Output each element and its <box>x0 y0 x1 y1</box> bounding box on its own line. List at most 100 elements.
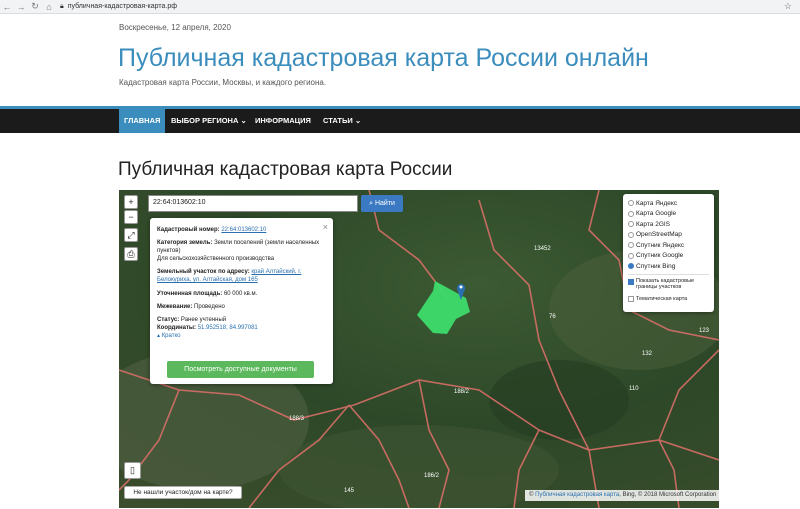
overlay-label: Показать кадастровые границы участков <box>636 277 695 291</box>
cadastral-number-row: Кадастровый номер: 22:64:013602:10 <box>157 226 326 234</box>
search-icon: ⌕ <box>369 200 373 207</box>
page-title: Публичная кадастровая карта России <box>118 159 453 180</box>
layer-option[interactable]: Карта Яндекс <box>628 198 709 209</box>
area-row: Уточненная площадь: 60 000 кв.м. <box>157 290 326 298</box>
parcel-label: 145 <box>344 488 355 494</box>
site-description: Кадастровая карта России, Москвы, и кажд… <box>119 78 327 87</box>
layer-option[interactable]: Спутник Яндекс <box>628 240 709 251</box>
caret-up-icon: ▴ <box>157 332 161 339</box>
checkbox-icon <box>628 296 634 303</box>
parcel-label: 186/2 <box>424 473 440 479</box>
parcel-label: 188/2 <box>454 389 470 395</box>
divider <box>628 273 709 275</box>
checkbox-checked-icon <box>628 278 634 285</box>
overlay-option[interactable]: Показать кадастровые границы участков <box>628 278 709 294</box>
map-pin-icon <box>457 284 465 300</box>
chevron-down-icon: ⌄ <box>240 116 247 125</box>
map-attribution: © Публичная кадастровая карта, Bing, © 2… <box>525 490 721 501</box>
chevron-down-icon: ⌄ <box>354 116 362 125</box>
layer-label: Спутник Bing <box>636 262 676 270</box>
close-icon[interactable]: × <box>323 221 328 233</box>
fullscreen-icon[interactable]: ⤢ <box>124 228 138 242</box>
layer-option[interactable]: Спутник Google <box>628 251 709 262</box>
nav-articles-label: СТАТЬИ <box>323 116 353 125</box>
parcel-label: 132 <box>642 351 653 357</box>
layer-label: Карта 2GIS <box>636 220 671 228</box>
nav-info[interactable]: ИНФОРМАЦИЯ <box>250 109 316 133</box>
view-documents-button[interactable]: Посмотреть доступные документы <box>167 361 314 378</box>
home-icon[interactable]: ⌂ <box>42 2 56 12</box>
layer-option[interactable]: Карта 2GIS <box>628 219 709 230</box>
overlay-label: Тематическая карта <box>636 295 688 302</box>
radio-icon <box>628 210 634 217</box>
browser-bar: ← → ↻ ⌂ 🔒︎ публичная-кадастровая-карта.р… <box>0 0 800 14</box>
brief-label: Кратко <box>161 332 181 339</box>
cadastral-search-input[interactable]: 22:64:013602:10 <box>148 195 358 212</box>
radio-icon <box>628 231 634 238</box>
parcel-info-popup: × Кадастровый номер: 22:64:013602:10 Кат… <box>150 218 333 384</box>
layer-label: Карта Яндекс <box>636 199 678 207</box>
zoom-in-button[interactable]: + <box>124 195 138 209</box>
reload-icon[interactable]: ↻ <box>28 1 42 12</box>
back-icon[interactable]: ← <box>0 2 14 12</box>
layer-option-selected[interactable]: Спутник Bing <box>628 261 709 272</box>
radio-selected-icon <box>628 263 634 270</box>
print-icon[interactable]: ⎙ <box>124 247 138 261</box>
brief-toggle[interactable]: ▴ Кратко <box>157 332 326 340</box>
radio-icon <box>628 200 634 207</box>
layer-label: OpenStreetMap <box>636 231 682 239</box>
overlay-option[interactable]: Тематическая карта <box>628 294 709 305</box>
book-icon[interactable]: ▯ <box>124 462 141 479</box>
field-label: Уточненная площадь: <box>157 290 223 297</box>
parcel-label: 13452 <box>534 246 551 252</box>
header-date: Воскресенье, 12 апреля, 2020 <box>119 23 231 32</box>
field-label: Статус: <box>157 316 180 323</box>
address-bar[interactable]: 🔒︎ публичная-кадастровая-карта.рф <box>60 3 177 11</box>
bookmark-star-icon[interactable]: ☆ <box>784 1 792 12</box>
nav-home[interactable]: ГЛАВНАЯ <box>119 109 166 133</box>
land-category-row: Категория земель: Земли поселений (земли… <box>157 239 326 263</box>
layer-option[interactable]: Карта Google <box>628 209 709 220</box>
url-text: публичная-кадастровая-карта.рф <box>67 3 178 10</box>
attribution-link[interactable]: Публичная кадастровая карта <box>535 492 619 498</box>
coordinates-value: 51.952518; 84.997081 <box>197 324 258 331</box>
field-label: Категория земель: <box>157 240 213 247</box>
field-value: Ранее учтенный <box>180 316 227 323</box>
find-button[interactable]: ⌕ Найти <box>361 195 403 212</box>
layer-label: Спутник Яндекс <box>636 241 685 249</box>
attribution-text: , Bing, © 2018 Microsoft Corporation <box>619 492 717 498</box>
find-button-label: Найти <box>374 200 395 207</box>
radio-icon <box>628 221 634 228</box>
field-value: Для сельскохозяйственного производства <box>157 256 275 263</box>
lock-icon: 🔒︎ <box>60 2 64 10</box>
nav-articles[interactable]: СТАТЬИ ⌄ <box>318 109 366 133</box>
coordinates-row: Координаты: 51.952518; 84.997081 <box>157 324 326 332</box>
field-value: 60 000 кв.м. <box>223 290 258 297</box>
layer-switcher: Карта Яндекс Карта Google Карта 2GIS Ope… <box>623 194 714 312</box>
radio-icon <box>628 242 634 249</box>
survey-row: Межевание: Проведено <box>157 303 326 311</box>
zoom-out-button[interactable]: − <box>124 210 138 224</box>
parcel-label: 110 <box>629 386 639 392</box>
field-label: Координаты: <box>157 324 197 331</box>
address-row: Земельный участок по адресу: край Алтайс… <box>157 268 326 284</box>
layer-label: Спутник Google <box>636 252 684 260</box>
nav-region-label: ВЫБОР РЕГИОНА <box>171 116 239 125</box>
parcel-label: 76 <box>549 314 556 320</box>
field-label: Межевание: <box>157 303 193 310</box>
site-title[interactable]: Публичная кадастровая карта России онлай… <box>118 44 649 73</box>
cadastral-number-link[interactable]: 22:64:013602:10 <box>221 227 266 233</box>
field-label: Кадастровый номер: <box>157 227 220 233</box>
forward-icon[interactable]: → <box>14 2 28 12</box>
parcel-label: 123 <box>699 328 710 334</box>
nav-region[interactable]: ВЫБОР РЕГИОНА ⌄ <box>166 109 252 133</box>
status-row: Статус: Ранее учтенный <box>157 316 326 324</box>
main-nav: ГЛАВНАЯ ВЫБОР РЕГИОНА ⌄ ИНФОРМАЦИЯ СТАТЬ… <box>0 109 800 133</box>
radio-icon <box>628 252 634 259</box>
layer-label: Карта Google <box>636 210 677 218</box>
field-value: Проведено <box>194 303 225 310</box>
field-label: Земельный участок по адресу: <box>157 269 250 276</box>
layer-option[interactable]: OpenStreetMap <box>628 230 709 241</box>
not-found-button[interactable]: Не нашли участок/дом на карте? <box>124 486 242 499</box>
parcel-label: 188/3 <box>289 416 305 422</box>
